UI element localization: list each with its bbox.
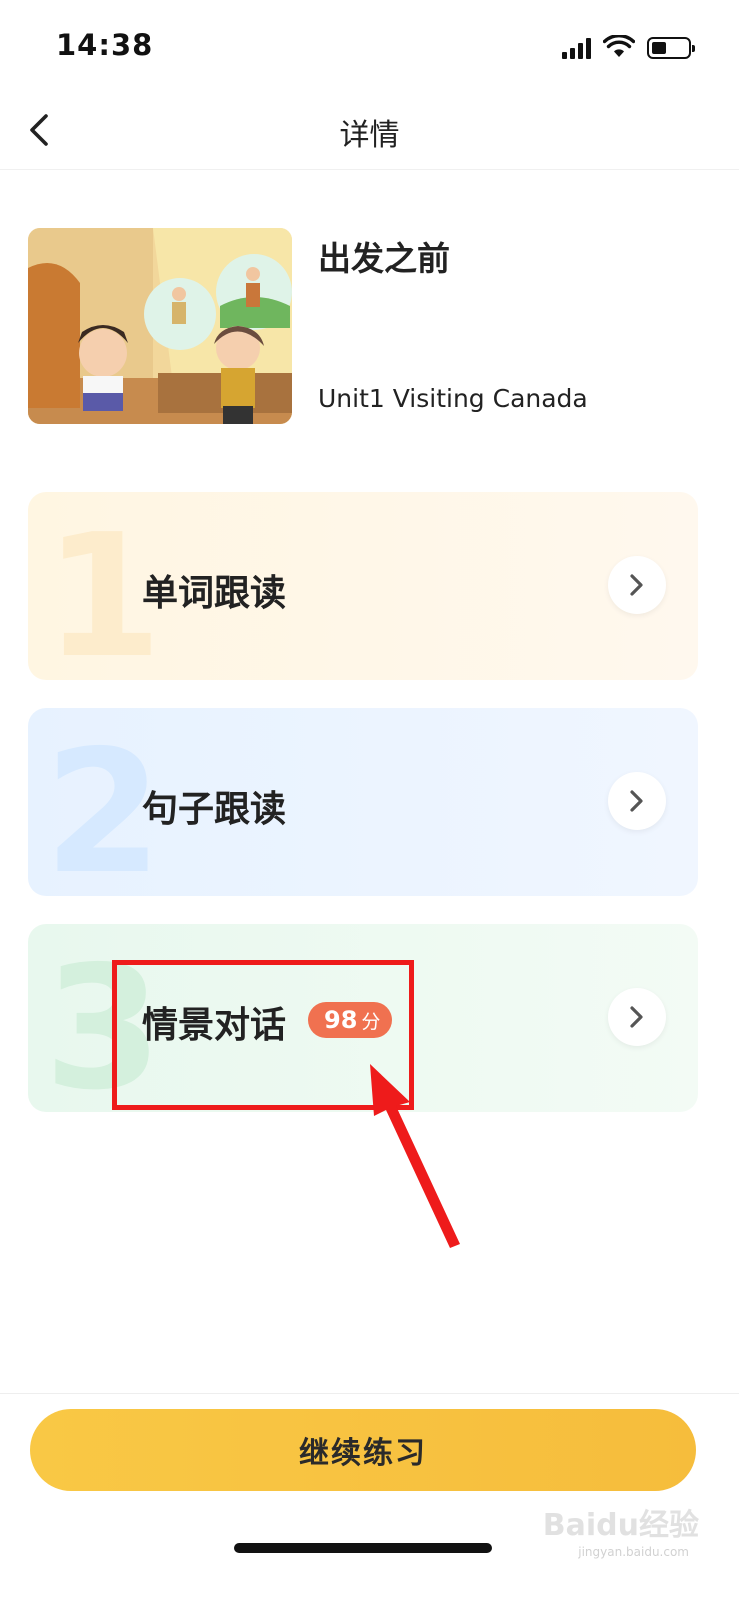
lesson-subtitle: Unit1 Visiting Canada: [318, 384, 588, 413]
continue-button-label: 继续练习: [299, 1436, 427, 1471]
lesson-cover-image: [28, 228, 292, 424]
continue-practice-button[interactable]: 继续练习: [30, 1409, 696, 1491]
card-word-reading[interactable]: 1 单词跟读: [28, 492, 698, 680]
arrow-button[interactable]: [608, 988, 666, 1046]
chevron-right-icon: [630, 1006, 643, 1028]
status-bar: 14:38: [0, 0, 739, 90]
watermark: Baidu经验: [542, 1508, 699, 1543]
cellular-signal-icon: [562, 37, 591, 59]
battery-icon: [647, 37, 695, 59]
arrow-button[interactable]: [608, 772, 666, 830]
chevron-right-icon: [630, 574, 643, 596]
bottom-divider: [0, 1393, 739, 1394]
status-icons: [562, 33, 695, 59]
card-label: 句子跟读: [142, 789, 287, 830]
card-sentence-reading[interactable]: 2 句子跟读: [28, 708, 698, 896]
arrow-button[interactable]: [608, 556, 666, 614]
status-time: 14:38: [56, 28, 154, 62]
watermark-url: jingyan.baidu.com: [578, 1545, 689, 1559]
annotation-arrow-icon: [370, 1064, 460, 1248]
wifi-icon: [603, 35, 635, 57]
home-indicator[interactable]: [234, 1543, 492, 1553]
chevron-right-icon: [630, 790, 643, 812]
screen: 14:38 详情 出发之前 Unit1 Visiting Canada 1 单词…: [0, 0, 739, 1600]
lesson-title: 出发之前: [318, 239, 450, 278]
card-label: 单词跟读: [142, 573, 287, 614]
nav-bar: 详情: [0, 90, 739, 170]
page-title: 详情: [339, 118, 400, 153]
